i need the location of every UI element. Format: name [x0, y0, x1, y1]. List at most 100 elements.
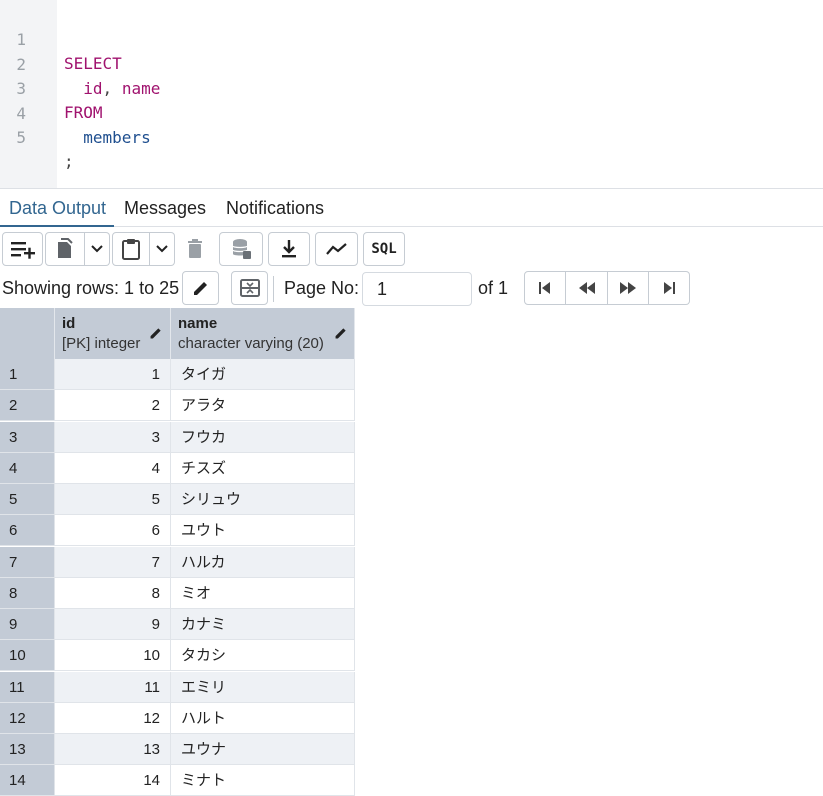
column-name: name [178, 315, 218, 332]
row-number-cell[interactable]: 8 [0, 577, 55, 609]
table-row[interactable]: 8 8 ミオ [0, 577, 355, 609]
id-cell[interactable]: 7 [55, 546, 171, 578]
paste-icon [122, 239, 140, 260]
column-header-id[interactable]: id [PK] integer [55, 308, 171, 359]
id-cell[interactable]: 6 [55, 515, 171, 547]
name-cell[interactable]: タイガ [171, 359, 355, 390]
rows-count-label: Showing rows: 1 to 25 [2, 278, 180, 298]
name-cell[interactable]: タカシ [171, 640, 355, 672]
id-cell[interactable]: 11 [55, 671, 171, 703]
comma: , [102, 79, 113, 98]
table-row[interactable]: 11 11 エミリ [0, 671, 355, 703]
row-number-cell[interactable]: 2 [0, 390, 55, 422]
table-row[interactable]: 4 4 チスズ [0, 452, 355, 484]
id-cell[interactable]: 14 [55, 765, 171, 796]
paste-button[interactable] [112, 232, 150, 266]
row-number-cell[interactable]: 7 [0, 546, 55, 578]
rows-panel-icon [239, 279, 260, 297]
table-row[interactable]: 2 2 アラタ [0, 390, 355, 422]
last-page-icon [664, 282, 675, 294]
sql-button[interactable]: SQL [363, 232, 405, 266]
previous-page-button[interactable] [566, 271, 608, 305]
copy-options-dropdown[interactable] [85, 232, 110, 266]
name-cell[interactable]: フウカ [171, 421, 355, 453]
row-number-cell[interactable]: 4 [0, 452, 55, 484]
sql-editor[interactable]: 1 SELECT 2 id, name 3 FROM 4 members 5 ; [0, 0, 823, 188]
name-cell[interactable]: シリュウ [171, 484, 355, 515]
table-row[interactable]: 5 5 シリュウ [0, 484, 355, 515]
name-cell[interactable]: ハルト [171, 702, 355, 734]
rows-settings-button[interactable] [231, 271, 268, 305]
id-cell[interactable]: 3 [55, 421, 171, 453]
page-total-label: of 1 [478, 278, 509, 298]
table-row[interactable]: 13 13 ユウナ [0, 734, 355, 765]
row-number-cell[interactable]: 14 [0, 765, 55, 796]
save-data-icon [232, 239, 251, 259]
name-cell[interactable]: ユウナ [171, 734, 355, 765]
id-cell[interactable]: 10 [55, 640, 171, 672]
row-number-cell[interactable]: 1 [0, 359, 55, 390]
row-number-cell[interactable]: 5 [0, 484, 55, 515]
page-number-input[interactable]: 1 [362, 272, 472, 306]
semicolon: ; [64, 152, 74, 171]
table-row[interactable]: 10 10 タカシ [0, 640, 355, 672]
id-cell[interactable]: 2 [55, 390, 171, 422]
tab-notifications[interactable]: Notifications [226, 189, 324, 227]
pagination-bar: Showing rows: 1 to 25 Page No: 1 of 1 [0, 268, 823, 308]
name-cell[interactable]: カナミ [171, 609, 355, 640]
id-cell[interactable]: 4 [55, 452, 171, 484]
row-number-cell[interactable]: 10 [0, 640, 55, 672]
copy-button[interactable] [45, 232, 85, 266]
id-cell[interactable]: 1 [55, 359, 171, 390]
table-row[interactable]: 1 1 タイガ [0, 359, 355, 390]
name-cell[interactable]: チスズ [171, 452, 355, 484]
results-toolbar: SQL [0, 228, 823, 268]
table-row[interactable]: 12 12 ハルト [0, 702, 355, 734]
id-cell[interactable]: 13 [55, 734, 171, 765]
output-tabs: Data Output Messages Notifications [0, 188, 823, 227]
code-line: 4 members [0, 78, 150, 147]
id-cell[interactable]: 9 [55, 609, 171, 640]
row-number-cell[interactable]: 6 [0, 515, 55, 547]
next-page-button[interactable] [608, 271, 649, 305]
row-number-header[interactable] [0, 308, 55, 359]
tab-messages[interactable]: Messages [124, 189, 206, 227]
id-cell[interactable]: 8 [55, 577, 171, 609]
id-cell[interactable]: 5 [55, 484, 171, 515]
row-number-cell[interactable]: 11 [0, 671, 55, 703]
edit-rows-button[interactable] [182, 271, 219, 305]
first-page-button[interactable] [524, 271, 566, 305]
name-cell[interactable]: ミオ [171, 577, 355, 609]
delete-button[interactable] [176, 232, 214, 266]
row-number-cell[interactable]: 12 [0, 702, 55, 734]
table-row[interactable]: 6 6 ユウト [0, 515, 355, 547]
name-cell[interactable]: ユウト [171, 515, 355, 547]
graph-visualiser-button[interactable] [315, 232, 358, 266]
code-line: 3 FROM [0, 53, 102, 122]
name-cell[interactable]: アラタ [171, 390, 355, 422]
paste-options-dropdown[interactable] [150, 232, 175, 266]
save-data-button[interactable] [219, 232, 263, 266]
row-number-cell[interactable]: 3 [0, 421, 55, 453]
row-number-cell[interactable]: 13 [0, 734, 55, 765]
last-page-button[interactable] [649, 271, 690, 305]
download-button[interactable] [268, 232, 310, 266]
pencil-icon[interactable] [149, 326, 163, 340]
divider [273, 276, 274, 302]
table-row[interactable]: 3 3 フウカ [0, 421, 355, 453]
column-header-name[interactable]: name character varying (20) [171, 308, 355, 359]
table-row[interactable]: 7 7 ハルカ [0, 546, 355, 578]
tab-data-output[interactable]: Data Output [9, 189, 106, 227]
id-cell[interactable]: 12 [55, 702, 171, 734]
page-number-label: Page No: [284, 278, 360, 298]
name-cell[interactable]: ミナト [171, 765, 355, 796]
name-cell[interactable]: ハルカ [171, 546, 355, 578]
add-row-button[interactable] [2, 232, 43, 266]
grid-header: id [PK] integer name character varying (… [0, 308, 355, 359]
table-row[interactable]: 14 14 ミナト [0, 765, 355, 796]
pencil-icon[interactable] [334, 326, 348, 340]
name-cell[interactable]: エミリ [171, 671, 355, 703]
row-number-cell[interactable]: 9 [0, 609, 55, 640]
table-row[interactable]: 9 9 カナミ [0, 609, 355, 640]
line-number: 5 [16, 128, 26, 147]
